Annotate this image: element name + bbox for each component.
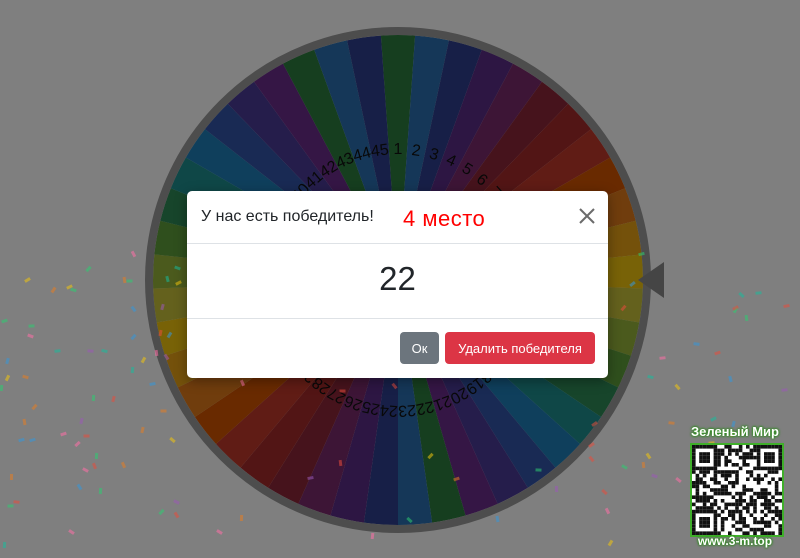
modal-title: У нас есть победитель! — [201, 208, 374, 225]
qr-code-icon — [690, 443, 784, 537]
delete-winner-button[interactable]: Удалить победителя — [445, 332, 595, 364]
ok-button[interactable]: Ок — [400, 332, 439, 364]
winner-number: 22 — [379, 260, 416, 297]
modal-body: 22 — [187, 244, 608, 319]
watermark-title: Зеленый Мир — [690, 424, 779, 439]
modal-header: У нас есть победитель! 4 место — [187, 191, 608, 244]
modal-footer: Ок Удалить победителя — [187, 319, 608, 378]
watermark-url: www.3-m.top — [697, 534, 773, 548]
close-icon[interactable] — [576, 205, 598, 227]
winner-modal: У нас есть победитель! 4 место 22 Ок Уда… — [187, 191, 608, 378]
winner-place-label: 4 место — [403, 206, 486, 231]
